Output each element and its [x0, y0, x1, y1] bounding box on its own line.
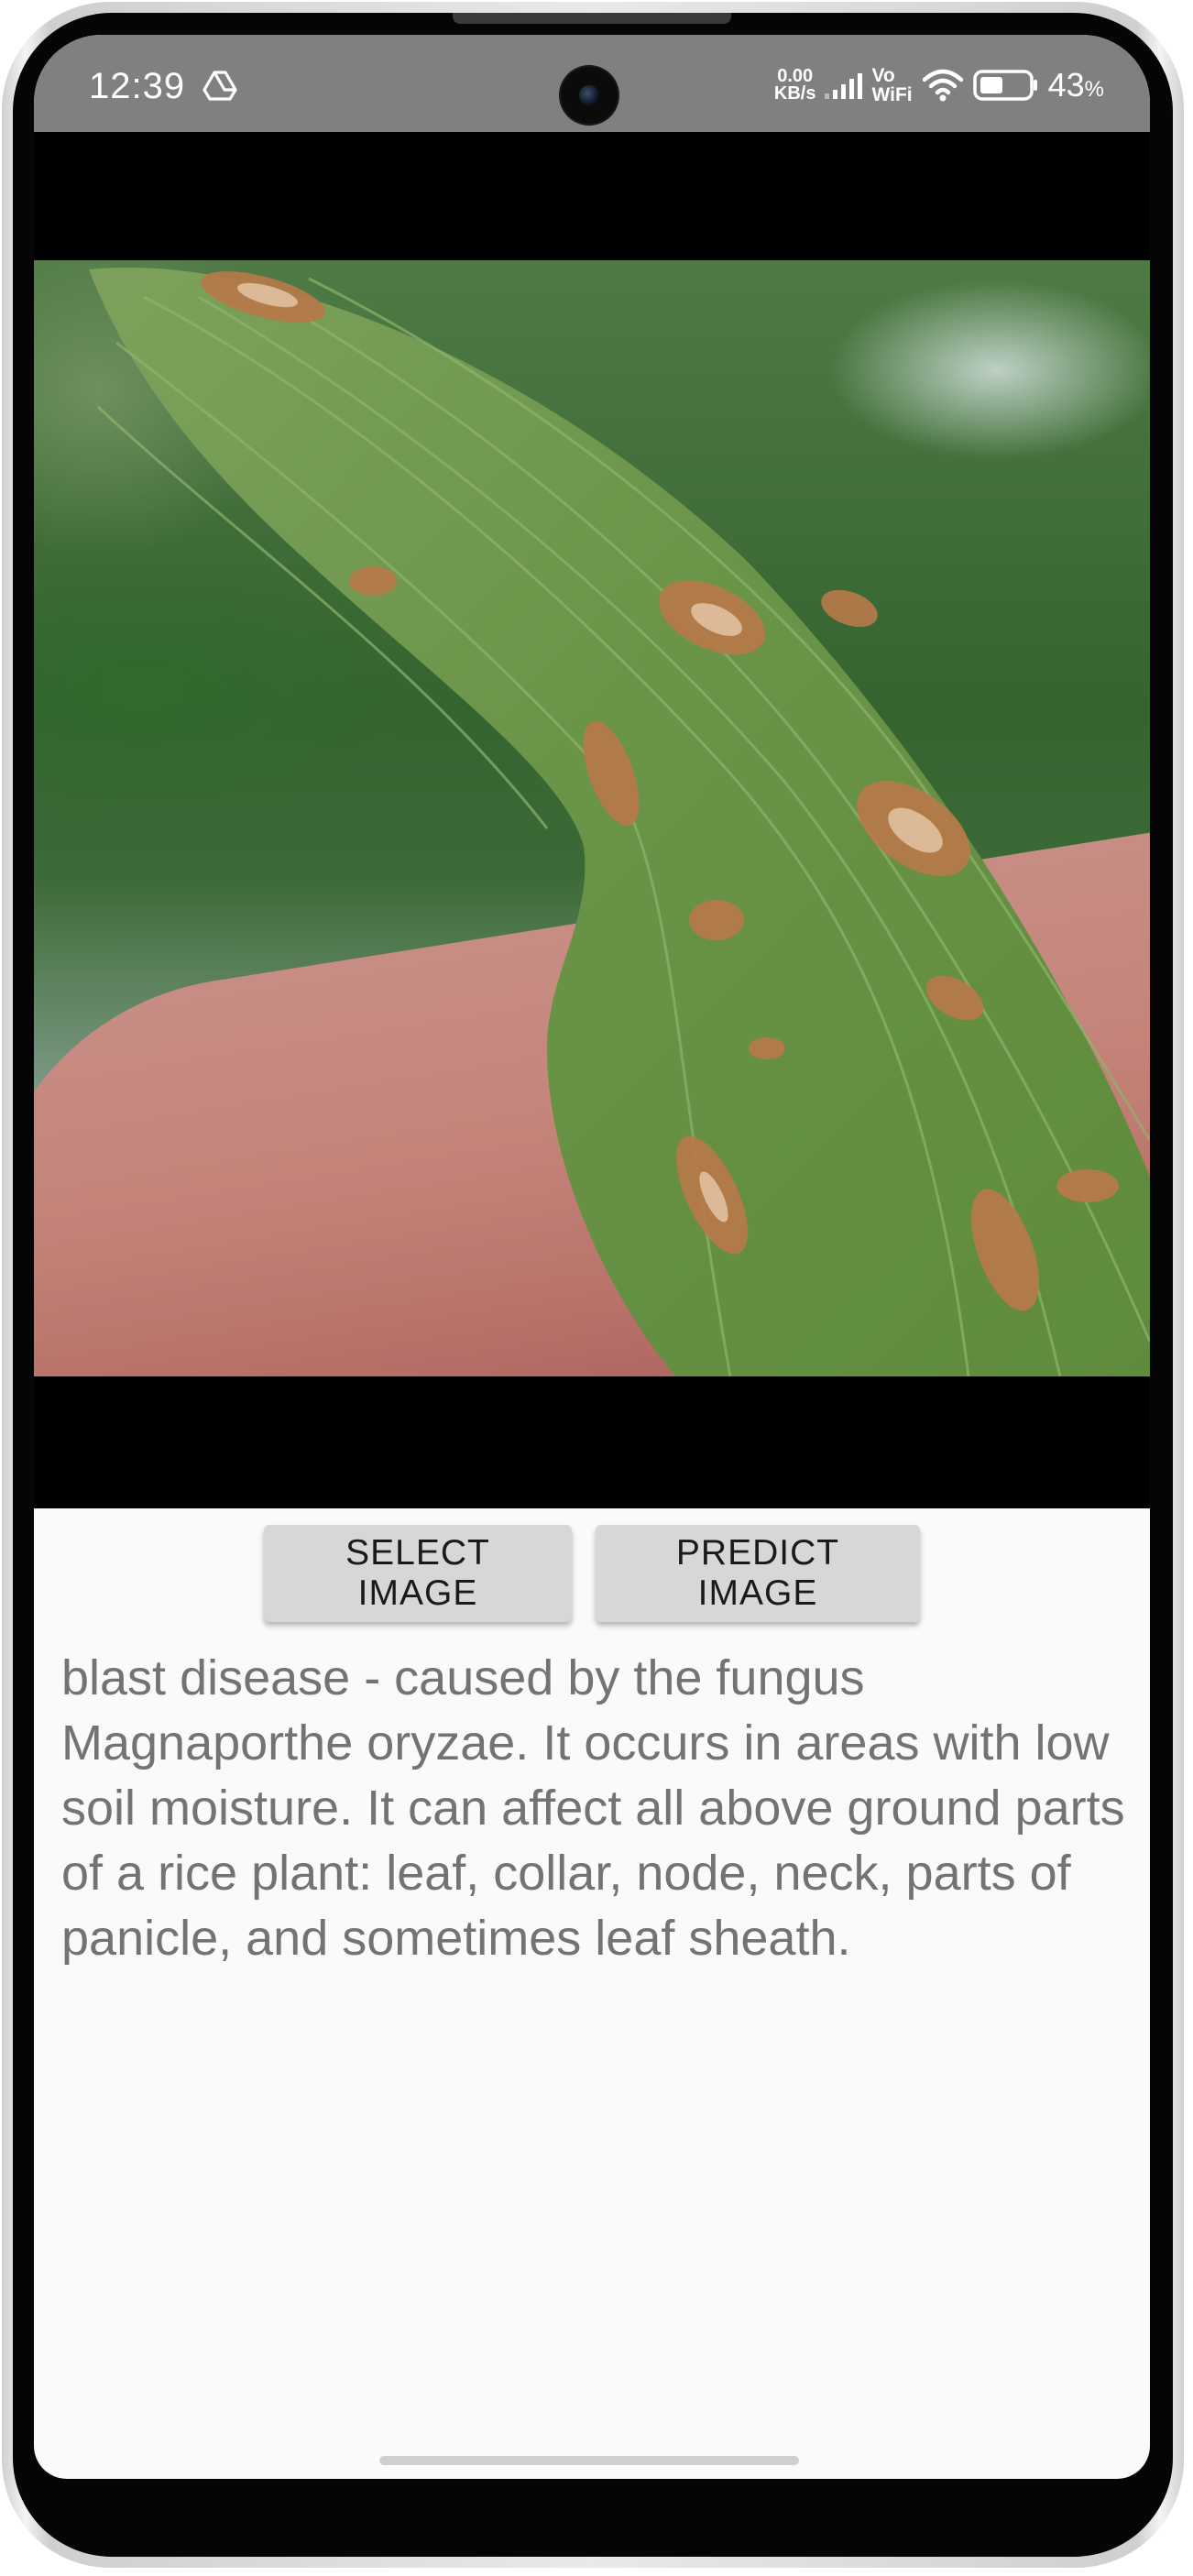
network-speed: 0.00 KB/s: [773, 67, 816, 104]
vowifi-line2: WiFi: [871, 84, 913, 105]
battery-percent-symbol: %: [1084, 77, 1104, 102]
select-image-button[interactable]: SELECT IMAGE: [264, 1525, 572, 1622]
drive-icon: [202, 71, 237, 101]
network-speed-unit: KB/s: [773, 83, 816, 104]
prediction-result-text: blast disease - caused by the fungus Mag…: [61, 1650, 1125, 1966]
status-time: 12:39: [89, 66, 186, 106]
action-buttons: SELECT IMAGE PREDICT IMAGE: [34, 1525, 1150, 1622]
phone-frame: 12:39 0.00 KB/s Vo WiFi 43% SELECT IMAGE…: [0, 0, 1193, 2576]
vowifi-line1: Vo: [871, 65, 895, 86]
app-screen: 12:39 0.00 KB/s Vo WiFi 43% SELECT IMAGE…: [34, 35, 1150, 2479]
battery-icon: [972, 70, 1037, 101]
selected-leaf-image: [34, 260, 1150, 1376]
gesture-nav-handle[interactable]: [379, 2456, 799, 2465]
status-indicators: 0.00 KB/s Vo WiFi 43%: [774, 60, 1104, 110]
predict-image-button[interactable]: PREDICT IMAGE: [596, 1525, 920, 1622]
battery-percent: 43%: [1048, 66, 1104, 104]
wifi-icon: [922, 69, 963, 102]
front-camera: [561, 67, 618, 124]
image-preview-area: [34, 132, 1150, 1508]
cell-signal-icon: [825, 71, 863, 99]
battery-percent-value: 43: [1047, 66, 1085, 104]
earpiece-slot: [453, 13, 731, 24]
camera-lens: [579, 85, 599, 105]
leaf-shape: [89, 267, 1150, 1376]
vowifi-indicator: Vo WiFi: [871, 66, 912, 104]
status-bar: 12:39 0.00 KB/s Vo WiFi 43%: [34, 35, 1150, 132]
